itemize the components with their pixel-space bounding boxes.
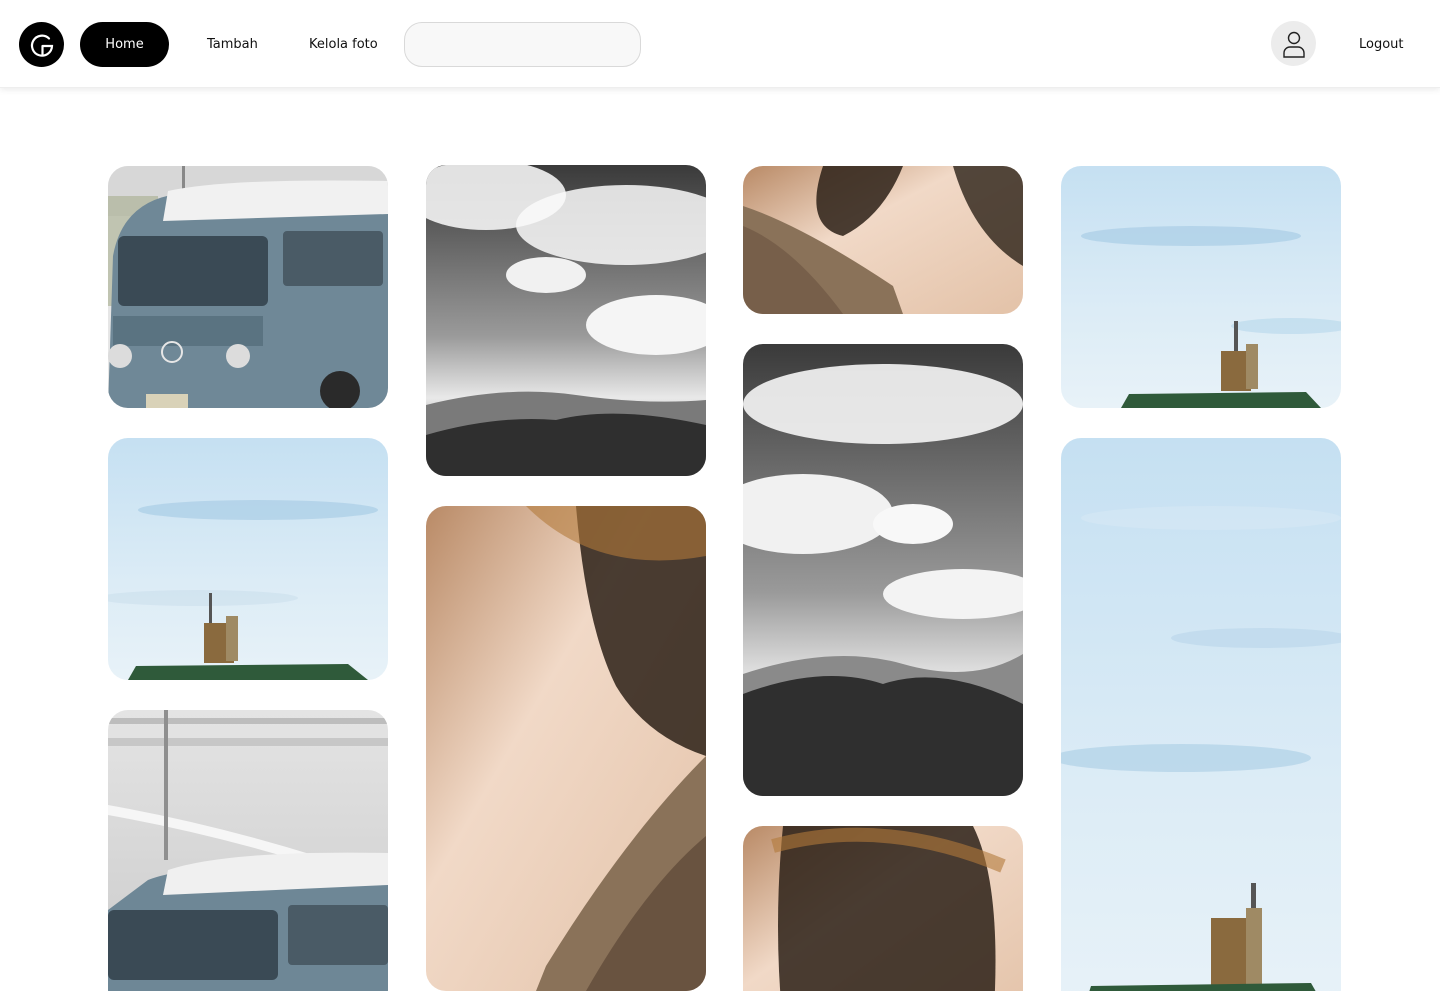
photo-card[interactable] <box>108 438 388 680</box>
user-icon <box>1282 31 1305 58</box>
photo-card[interactable] <box>1061 438 1341 991</box>
nav-add-link[interactable]: Tambah <box>207 22 258 67</box>
photo-card[interactable] <box>108 166 388 408</box>
photo-card[interactable] <box>426 506 706 991</box>
photo-card[interactable] <box>108 710 388 991</box>
top-navbar: Home Tambah Kelola foto Logout <box>0 0 1440 88</box>
profile-button[interactable] <box>1271 21 1316 66</box>
search-input[interactable] <box>404 22 641 67</box>
nav-manage-photos-link[interactable]: Kelola foto <box>309 22 378 67</box>
photo-card[interactable] <box>426 165 706 476</box>
nav-home-button[interactable]: Home <box>80 22 169 67</box>
photo-card[interactable] <box>743 166 1023 314</box>
photo-card[interactable] <box>1061 166 1341 408</box>
photo-card[interactable] <box>743 826 1023 991</box>
brand-logo-icon[interactable] <box>19 22 64 67</box>
photo-card[interactable] <box>743 344 1023 796</box>
logout-link[interactable]: Logout <box>1359 22 1404 67</box>
